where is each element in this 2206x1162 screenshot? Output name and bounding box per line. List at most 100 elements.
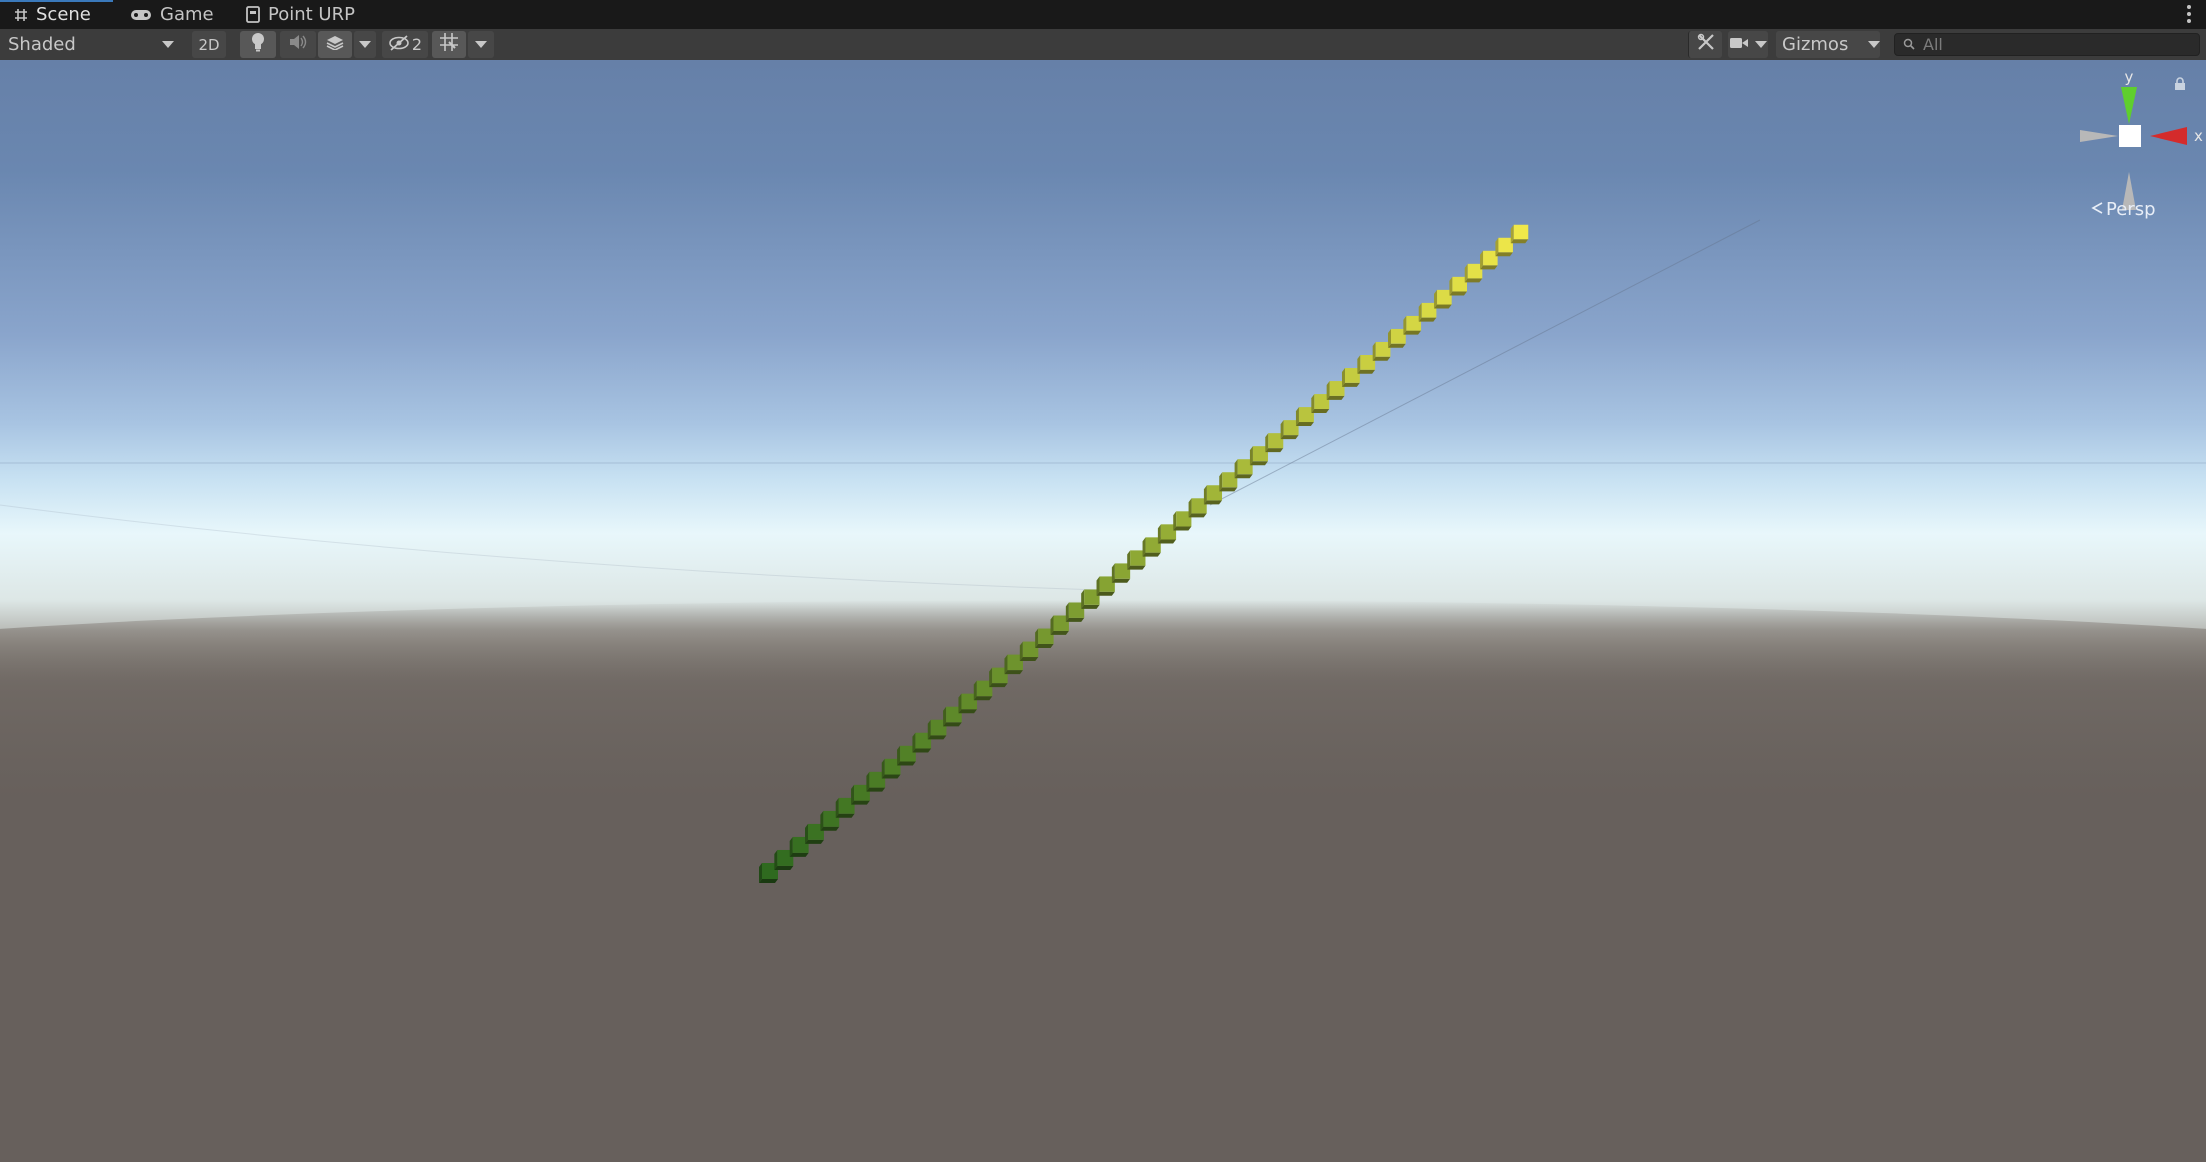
audio-toggle-button[interactable] bbox=[280, 31, 316, 58]
lock-icon[interactable] bbox=[2174, 76, 2186, 95]
cube-side-face bbox=[1127, 565, 1146, 570]
chevron-down-icon bbox=[162, 41, 174, 48]
cube-side-face bbox=[1495, 252, 1513, 257]
light-bulb-icon bbox=[250, 32, 266, 57]
lighting-toggle-button[interactable] bbox=[240, 31, 276, 58]
cube-side-face bbox=[866, 787, 886, 792]
chevron-down-icon bbox=[475, 41, 487, 48]
search-field[interactable] bbox=[1894, 33, 2200, 56]
draw-mode-dropdown[interactable]: Shaded bbox=[2, 31, 182, 58]
gizmos-dropdown[interactable]: Gizmos bbox=[1776, 31, 1881, 58]
cube[interactable] bbox=[1341, 368, 1360, 387]
cube-side-face bbox=[1372, 356, 1391, 361]
tab-point-urp[interactable]: Point URP bbox=[246, 0, 355, 29]
search-icon bbox=[1903, 35, 1915, 54]
draw-mode-label: Shaded bbox=[8, 34, 76, 55]
cube-front-face bbox=[1513, 224, 1529, 240]
cube-side-face bbox=[1111, 578, 1131, 583]
grid-dropdown[interactable] bbox=[468, 31, 494, 58]
gizmo-center-cube[interactable] bbox=[2119, 125, 2141, 147]
cube[interactable] bbox=[1265, 433, 1284, 453]
cube[interactable] bbox=[1480, 250, 1498, 270]
cube-side-face bbox=[912, 748, 932, 753]
cube-side-face bbox=[1295, 422, 1314, 427]
cube-side-face bbox=[1326, 395, 1345, 400]
tools-button[interactable] bbox=[1688, 31, 1722, 58]
cube-side-face bbox=[1234, 474, 1253, 479]
chevron-down-icon bbox=[1868, 41, 1881, 48]
cube-side-face bbox=[927, 735, 947, 740]
cube-side-face bbox=[1249, 461, 1268, 466]
cube-side-face bbox=[835, 813, 855, 818]
cube-side-face bbox=[1188, 513, 1207, 518]
cube[interactable] bbox=[1326, 381, 1345, 400]
gamepad-icon bbox=[130, 8, 152, 22]
cube-side-face bbox=[943, 722, 962, 727]
cube-side-face bbox=[1403, 330, 1422, 335]
cube[interactable] bbox=[1311, 394, 1330, 413]
editor-tab-bar: Scene Game Point URP bbox=[0, 0, 2206, 30]
axis-x-cone[interactable] bbox=[2150, 127, 2187, 145]
cube-side-face bbox=[1311, 408, 1330, 413]
scene-toolbar: Shaded 2D 2 Gizmos All bbox=[0, 29, 2206, 61]
cube-side-face bbox=[1449, 291, 1468, 296]
cube-side-face bbox=[1035, 643, 1054, 648]
cube-side-face bbox=[774, 865, 794, 870]
camera-settings-button[interactable] bbox=[1728, 31, 1768, 58]
cube-side-face bbox=[1280, 435, 1299, 440]
toggle-2d-button[interactable]: 2D bbox=[192, 31, 226, 58]
cube-side-face bbox=[1142, 552, 1161, 557]
scene-visibility-button[interactable]: 2 bbox=[382, 31, 428, 58]
camera-icon bbox=[1729, 34, 1749, 55]
effects-dropdown[interactable] bbox=[354, 31, 376, 58]
scene-viewport[interactable]: y x Persp bbox=[0, 60, 2206, 1162]
cube-side-face bbox=[1203, 500, 1223, 505]
cube[interactable] bbox=[1403, 315, 1422, 335]
cube-side-face bbox=[1464, 278, 1483, 283]
cube[interactable] bbox=[1249, 446, 1268, 466]
axis-x-label: x bbox=[2194, 127, 2203, 145]
cube[interactable] bbox=[1280, 420, 1299, 440]
cube-side-face bbox=[1096, 591, 1115, 596]
cube[interactable] bbox=[1495, 237, 1513, 257]
cube-side-face bbox=[1081, 604, 1100, 609]
projection-label: Persp bbox=[2106, 199, 2156, 220]
grid-curve-line bbox=[0, 504, 1101, 591]
projection-toggle[interactable]: Persp bbox=[2090, 199, 2156, 220]
chevron-down-icon bbox=[359, 41, 371, 48]
cube-side-face bbox=[958, 709, 978, 714]
speaker-icon bbox=[288, 34, 308, 55]
cube[interactable] bbox=[1464, 263, 1483, 283]
toggle-2d-label: 2D bbox=[198, 35, 220, 54]
cube-side-face bbox=[820, 826, 840, 831]
eye-slash-icon bbox=[388, 34, 410, 55]
cube[interactable] bbox=[1418, 302, 1437, 322]
gizmos-label: Gizmos bbox=[1782, 34, 1849, 55]
cube[interactable] bbox=[1372, 341, 1391, 361]
cube[interactable] bbox=[1434, 289, 1452, 309]
axis-y-cone[interactable] bbox=[2121, 87, 2137, 124]
hidden-object-count: 2 bbox=[411, 35, 423, 54]
cube[interactable] bbox=[1295, 407, 1314, 427]
cube-side-face bbox=[1418, 317, 1437, 322]
effects-toggle-button[interactable] bbox=[318, 31, 352, 58]
search-input[interactable] bbox=[1923, 35, 2183, 54]
more-options-icon[interactable] bbox=[2182, 2, 2196, 26]
effects-layers-icon bbox=[325, 34, 345, 55]
cube[interactable] bbox=[1388, 328, 1406, 348]
tab-scene[interactable]: Scene bbox=[0, 0, 113, 29]
cube[interactable] bbox=[1449, 276, 1468, 296]
axis-neg-x-cone[interactable] bbox=[2080, 130, 2118, 142]
cube-side-face bbox=[1219, 487, 1238, 492]
tab-point-urp-label: Point URP bbox=[268, 4, 355, 25]
grid-icon bbox=[439, 32, 459, 57]
tab-scene-label: Scene bbox=[36, 4, 91, 25]
cube-side-face bbox=[1480, 265, 1498, 270]
tab-game[interactable]: Game bbox=[130, 0, 214, 29]
cube[interactable] bbox=[1510, 224, 1529, 244]
grid-toggle-button[interactable] bbox=[432, 31, 466, 58]
cube-side-face bbox=[1019, 657, 1039, 662]
cube[interactable] bbox=[1357, 355, 1376, 374]
tab-game-label: Game bbox=[160, 4, 214, 25]
cube-side-face bbox=[1004, 670, 1023, 675]
